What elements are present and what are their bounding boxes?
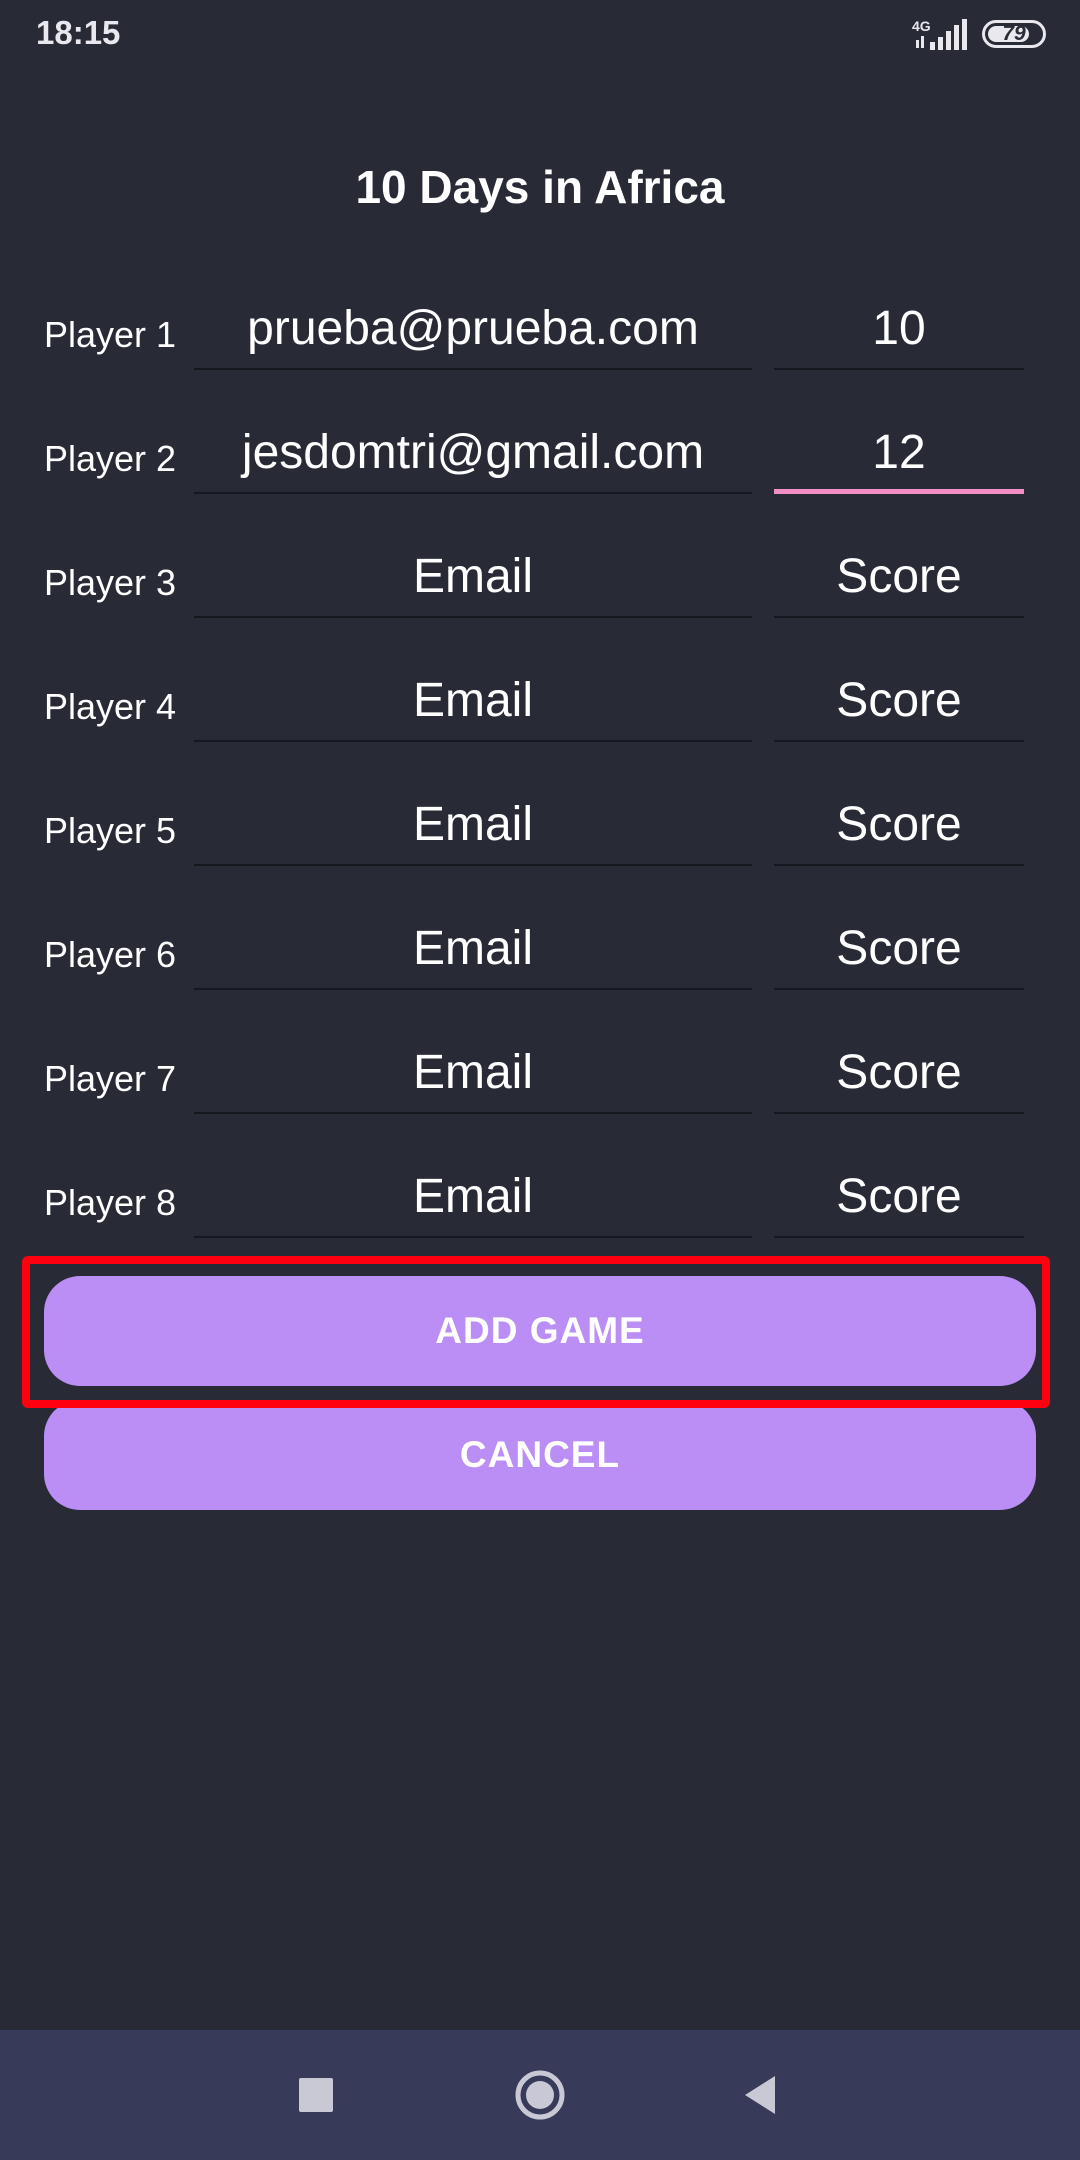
page-title: 10 Days in Africa	[355, 161, 725, 213]
email-field[interactable]: Email	[194, 546, 752, 618]
player-row-8: Player 8 Email Score	[0, 1144, 1080, 1268]
player-row-3: Player 3 Email Score	[0, 524, 1080, 648]
status-time: 18:15	[36, 14, 121, 51]
score-field[interactable]: Score	[774, 1042, 1024, 1114]
score-field[interactable]: Score	[774, 546, 1024, 618]
battery-level: 79	[1002, 22, 1026, 45]
battery-icon: 79	[982, 20, 1046, 48]
player-row-2: Player 2 jesdomtri@gmail.com 12	[0, 400, 1080, 524]
circle-icon	[515, 2070, 565, 2120]
score-field[interactable]: Score	[774, 1166, 1024, 1238]
add-game-button[interactable]: ADD GAME	[44, 1276, 1036, 1386]
player-row-5: Player 5 Email Score	[0, 772, 1080, 896]
navigation-bar	[0, 2030, 1080, 2160]
player-label: Player 7	[44, 1058, 177, 1099]
player-label: Player 1	[44, 314, 177, 355]
score-field[interactable]: Score	[774, 670, 1024, 742]
players-form: Player 1 prueba@prueba.com 10 Player 2 j…	[0, 276, 1080, 1268]
email-field[interactable]: Email	[194, 1166, 752, 1238]
score-field[interactable]: Score	[774, 918, 1024, 990]
recents-button[interactable]	[283, 2062, 349, 2128]
triangle-back-icon	[745, 2076, 775, 2114]
player-label: Player 6	[44, 934, 177, 975]
email-field[interactable]: Email	[194, 918, 752, 990]
email-field[interactable]: Email	[194, 794, 752, 866]
home-button[interactable]	[507, 2062, 573, 2128]
player-label: Player 3	[44, 562, 177, 603]
player-row-7: Player 7 Email Score	[0, 1020, 1080, 1144]
back-button[interactable]	[727, 2062, 793, 2128]
player-row-4: Player 4 Email Score	[0, 648, 1080, 772]
score-field[interactable]: 12	[774, 422, 1024, 494]
status-bar: 18:15 4G 79	[0, 0, 1080, 68]
email-field[interactable]: prueba@prueba.com	[194, 298, 752, 370]
score-field[interactable]: 10	[774, 298, 1024, 370]
player-label: Player 4	[44, 686, 177, 727]
player-row-6: Player 6 Email Score	[0, 896, 1080, 1020]
email-field[interactable]: jesdomtri@gmail.com	[194, 422, 752, 494]
status-icons: 4G 79	[912, 14, 1046, 54]
player-label: Player 5	[44, 810, 177, 851]
cancel-button[interactable]: CANCEL	[44, 1400, 1036, 1510]
signal-icon: 4G	[912, 16, 970, 52]
player-label: Player 8	[44, 1182, 177, 1223]
player-label: Player 2	[44, 438, 177, 479]
score-field[interactable]: Score	[774, 794, 1024, 866]
square-icon	[299, 2078, 333, 2112]
email-field[interactable]: Email	[194, 670, 752, 742]
player-row-1: Player 1 prueba@prueba.com 10	[0, 276, 1080, 400]
email-field[interactable]: Email	[194, 1042, 752, 1114]
